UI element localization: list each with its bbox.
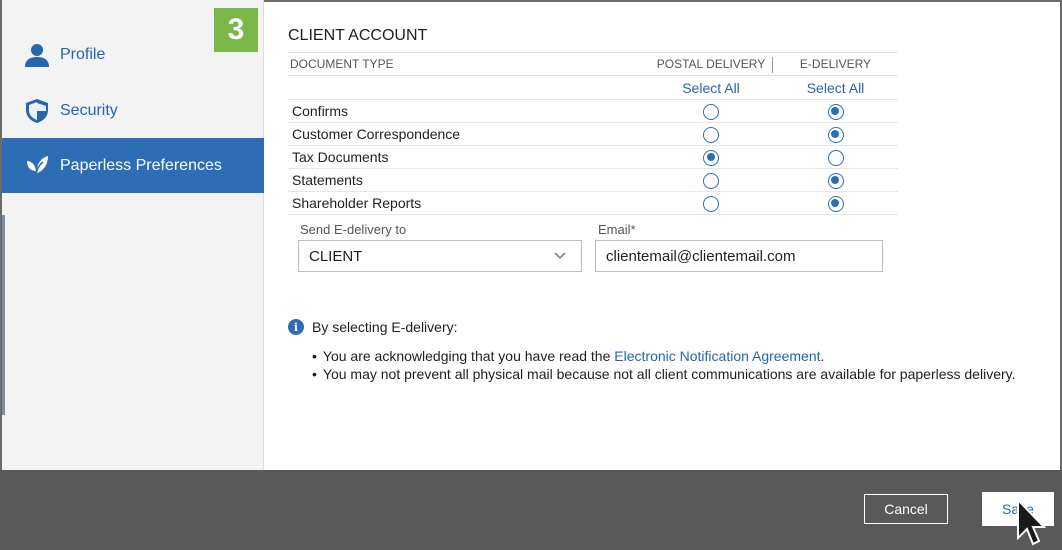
postal-cell — [646, 194, 776, 212]
info-heading: By selecting E-delivery: — [312, 319, 458, 335]
shield-icon — [24, 98, 50, 124]
document-type-label: Tax Documents — [292, 149, 389, 165]
e-delivery-radio[interactable] — [827, 126, 844, 143]
mouse-cursor-icon — [1016, 497, 1047, 550]
list-item: You may not prevent all physical mail be… — [312, 365, 1048, 383]
select-all-row: Select All Select All — [288, 76, 898, 100]
postal-delivery-radio[interactable] — [703, 126, 719, 143]
list-item: You are acknowledging that you have read… — [312, 347, 1048, 365]
select-all-edelivery-link[interactable]: Select All — [778, 80, 893, 96]
info-icon: i — [288, 319, 304, 335]
cancel-button[interactable]: Cancel — [864, 494, 948, 524]
email-value: clientemail@clientemail.com — [606, 247, 796, 265]
table-row: Customer Correspondence — [288, 123, 898, 146]
sidebar-item-label: Profile — [60, 45, 106, 63]
send-to-label: Send E-delivery to — [300, 222, 407, 237]
document-rows: Confirms Customer Correspondence Tax Docum… — [288, 100, 898, 215]
header-postal-delivery: POSTAL DELIVERY — [656, 57, 766, 71]
postal-delivery-radio[interactable] — [703, 195, 719, 212]
client-account-section: CLIENT ACCOUNT DOCUMENT TYPE POSTAL DELI… — [288, 20, 898, 215]
delivery-form: Send E-delivery to CLIENT Email* cliente… — [288, 222, 898, 278]
send-to-value: CLIENT — [309, 247, 363, 265]
postal-cell — [646, 102, 776, 120]
edelivery-cell — [778, 171, 893, 189]
bullet1-prefix: You are acknowledging that you have read… — [322, 348, 615, 364]
document-type-label: Shareholder Reports — [292, 195, 422, 211]
table-row: Confirms — [288, 100, 898, 123]
sidebar-item-security[interactable]: Security — [2, 83, 264, 138]
info-list: You are acknowledging that you have read… — [288, 347, 1048, 383]
section-title: CLIENT ACCOUNT — [288, 27, 428, 44]
edelivery-cell — [778, 125, 893, 143]
postal-cell — [646, 148, 776, 166]
e-delivery-radio[interactable] — [827, 172, 844, 189]
footer-bar: Cancel Save — [0, 470, 1062, 550]
document-type-label: Confirms — [292, 103, 349, 119]
step-number-badge: 3 — [214, 8, 258, 52]
electronic-notification-agreement-link[interactable]: Electronic Notification Agreement — [614, 348, 820, 364]
postal-cell — [646, 171, 776, 189]
chevron-down-icon — [553, 248, 567, 266]
header-e-delivery: E-DELIVERY — [799, 57, 872, 71]
e-delivery-radio[interactable] — [827, 149, 844, 166]
email-field[interactable]: clientemail@clientemail.com — [595, 240, 883, 272]
select-all-postal-link[interactable]: Select All — [646, 80, 776, 96]
e-delivery-radio[interactable] — [827, 195, 844, 212]
sidebar: Profile Security Paperless Preferences — [2, 0, 264, 470]
table-row: Shareholder Reports — [288, 192, 898, 215]
edelivery-cell — [778, 102, 893, 120]
postal-delivery-radio[interactable] — [703, 149, 719, 166]
e-delivery-radio[interactable] — [827, 103, 844, 120]
sidebar-item-label: Paperless Preferences — [60, 156, 222, 174]
bullet1-suffix: . — [820, 348, 825, 364]
document-type-label: Statements — [292, 172, 363, 188]
edelivery-cell — [778, 194, 893, 212]
send-to-select[interactable]: CLIENT — [298, 240, 582, 272]
table-row: Statements — [288, 169, 898, 192]
header-document-type: DOCUMENT TYPE — [290, 57, 394, 71]
postal-delivery-radio[interactable] — [703, 172, 719, 189]
edelivery-cell — [778, 148, 893, 166]
header-divider — [772, 57, 773, 73]
postal-cell — [646, 125, 776, 143]
person-icon — [24, 42, 50, 68]
document-type-label: Customer Correspondence — [292, 126, 461, 142]
email-label: Email* — [598, 222, 636, 237]
postal-delivery-radio[interactable] — [703, 103, 719, 120]
table-row: Tax Documents — [288, 146, 898, 169]
edelivery-info: i By selecting E-delivery: You are ackno… — [288, 317, 1048, 383]
sidebar-item-label: Security — [60, 101, 118, 119]
table-header: DOCUMENT TYPE POSTAL DELIVERY E-DELIVERY — [288, 52, 898, 76]
sidebar-accent-line — [2, 215, 5, 415]
leaf-icon — [24, 153, 50, 179]
sidebar-item-paperless-preferences[interactable]: Paperless Preferences — [2, 138, 264, 193]
